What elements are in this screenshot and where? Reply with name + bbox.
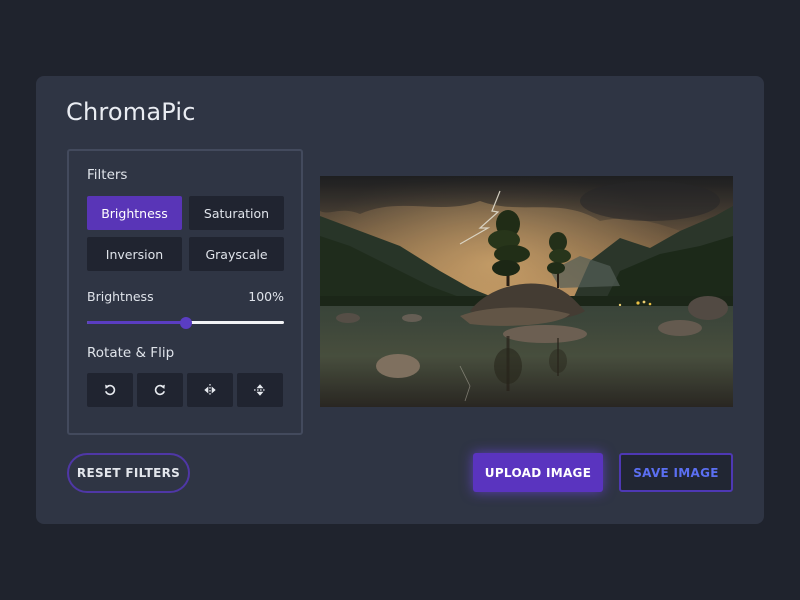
flip-horizontal-button[interactable]	[187, 373, 233, 407]
rotate-right-button[interactable]	[137, 373, 183, 407]
app-title: ChromaPic	[66, 98, 196, 126]
filter-brightness-button[interactable]: Brightness	[87, 196, 182, 230]
filter-inversion-button[interactable]: Inversion	[87, 237, 182, 271]
rotate-left-button[interactable]	[87, 373, 133, 407]
slider-name: Brightness	[87, 289, 154, 304]
filters-heading: Filters	[87, 167, 128, 183]
flip-vertical-button[interactable]	[237, 373, 283, 407]
image-preview	[320, 176, 733, 407]
flip-horizontal-icon	[204, 384, 216, 396]
editor-card: ChromaPic Filters Brightness Saturation …	[36, 76, 764, 524]
rotate-left-icon	[105, 384, 116, 396]
rotate-flip-heading: Rotate & Flip	[87, 345, 175, 361]
filter-grayscale-button[interactable]: Grayscale	[189, 237, 284, 271]
slider-info: Brightness 100%	[87, 289, 284, 304]
brightness-slider[interactable]	[87, 316, 284, 329]
filter-panel: Filters Brightness Saturation Inversion …	[67, 149, 303, 435]
flip-vertical-icon	[254, 384, 266, 396]
slider-fill	[87, 321, 186, 324]
save-image-button[interactable]: SAVE IMAGE	[619, 453, 733, 492]
filter-saturation-button[interactable]: Saturation	[189, 196, 284, 230]
upload-image-button[interactable]: UPLOAD IMAGE	[473, 453, 603, 492]
rotate-right-icon	[154, 384, 165, 396]
landscape-photo	[320, 176, 733, 407]
slider-value: 100%	[248, 289, 284, 304]
reset-filters-button[interactable]: RESET FILTERS	[67, 453, 190, 493]
slider-thumb[interactable]	[179, 316, 192, 329]
